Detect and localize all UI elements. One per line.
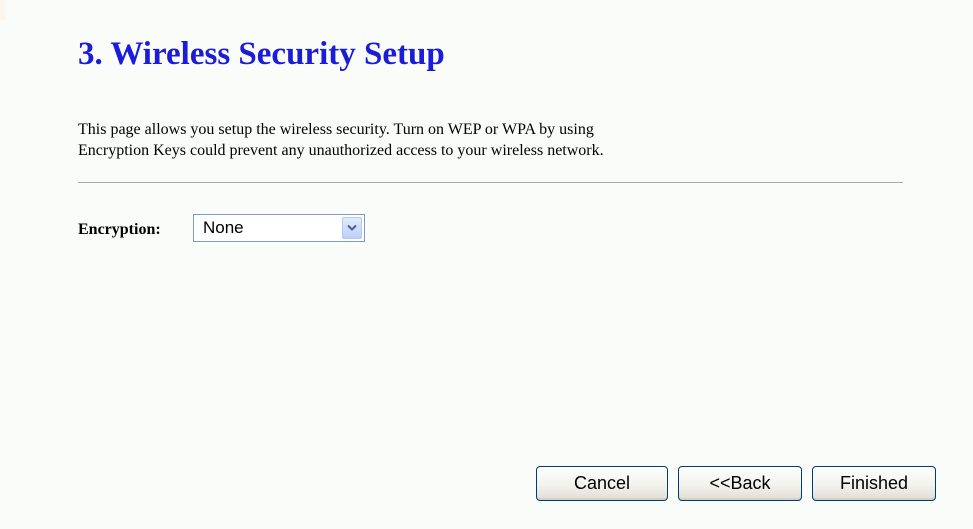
cancel-button[interactable]: Cancel [536, 466, 668, 501]
divider [78, 182, 903, 184]
chevron-down-icon [347, 224, 357, 231]
encryption-select-value: None [203, 218, 244, 237]
description-line-1: This page allows you setup the wireless … [78, 121, 594, 138]
finished-button[interactable]: Finished [812, 466, 936, 501]
description-line-2: Encryption Keys could prevent any unauth… [78, 142, 604, 159]
page-title: 3. Wireless Security Setup [78, 36, 445, 72]
encryption-select-dropdown-button[interactable] [342, 217, 362, 239]
left-edge-strip [0, 0, 6, 20]
page-description: This page allows you setup the wireless … [78, 119, 878, 161]
encryption-select[interactable]: None [193, 214, 365, 242]
wizard-page: 3. Wireless Security Setup This page all… [0, 0, 973, 529]
encryption-label: Encryption: [78, 221, 161, 238]
back-button[interactable]: <<Back [678, 466, 802, 501]
